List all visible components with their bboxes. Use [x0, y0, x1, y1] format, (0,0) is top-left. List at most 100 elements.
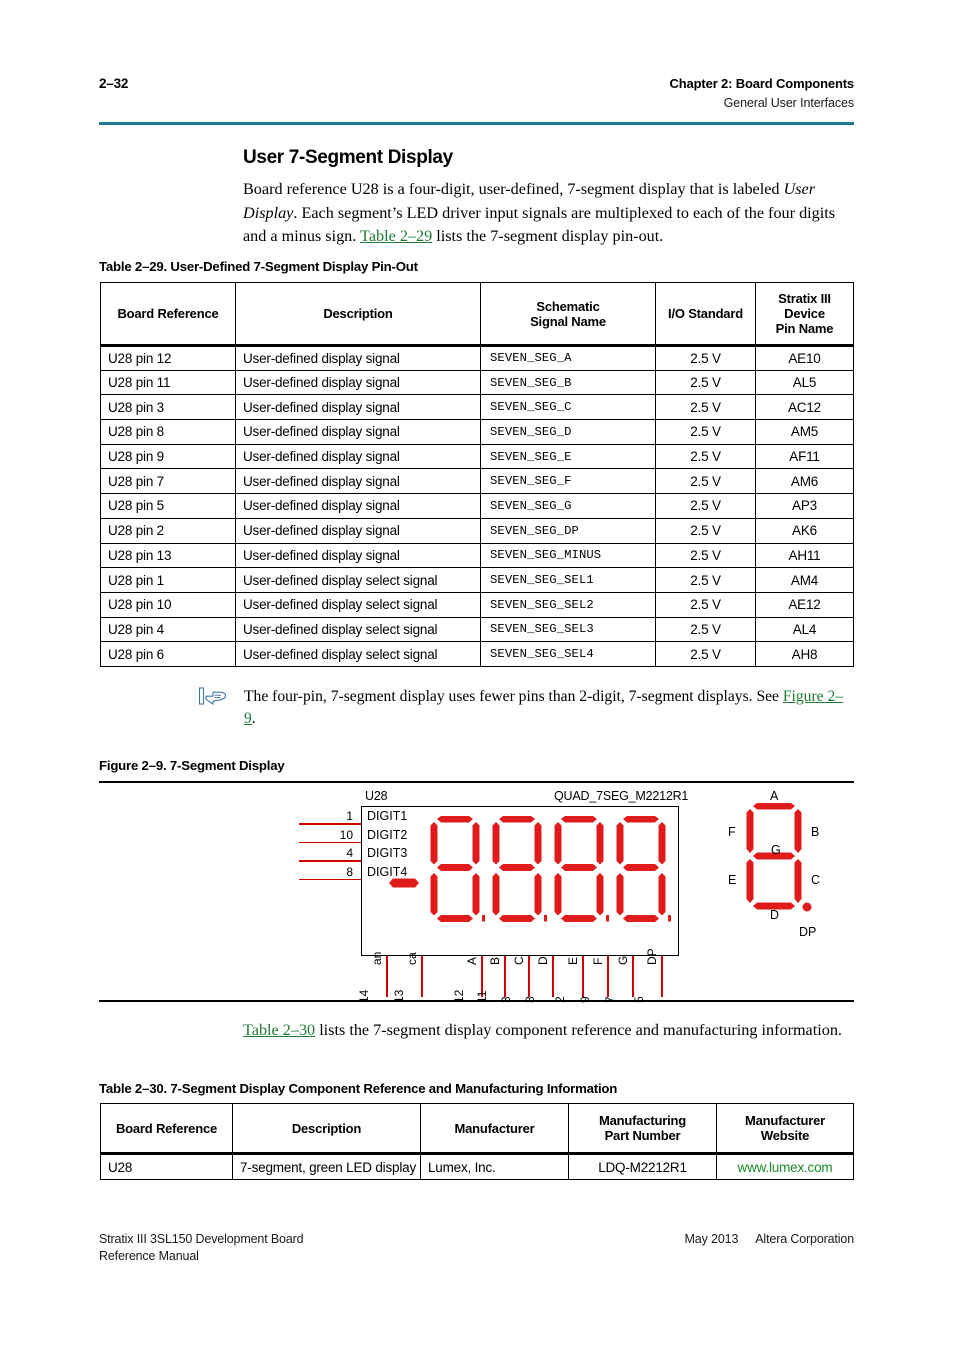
- figure-pin-number: 5: [632, 996, 646, 1003]
- cell-signal-name: SEVEN_SEG_SEL3: [480, 616, 656, 643]
- segment-label-b: B: [811, 825, 820, 839]
- cell-io-standard: 2.5 V: [655, 493, 756, 519]
- cell-device-pin: AP3: [755, 493, 854, 519]
- intro-paragraph: Board reference U28 is a four-digit, use…: [243, 178, 855, 249]
- cell-board-reference: U28 pin 6: [100, 641, 236, 667]
- figure-pin-label: B: [488, 956, 502, 965]
- col-header-part-number: Manufacturing Part Number: [568, 1103, 717, 1155]
- document-page: 2–32 Chapter 2: Board Components General…: [0, 0, 954, 1350]
- col-header-board-reference-2: Board Reference: [100, 1103, 233, 1155]
- figure-pin-label: F: [591, 957, 605, 965]
- cell-description: User-defined display signal: [235, 542, 481, 569]
- cell-device-pin: AE12: [755, 591, 854, 618]
- cell-board-reference: U28 pin 13: [100, 542, 236, 569]
- figure-lead-line: [528, 956, 530, 997]
- col-header-part-line2: Part Number: [604, 1128, 681, 1143]
- table-row: U28 pin 6 User-defined display select sig…: [100, 641, 854, 667]
- cell-device-pin: AC12: [755, 394, 854, 421]
- col-header-description-2: Description: [232, 1103, 421, 1155]
- segment-label-c: C: [811, 873, 821, 887]
- link-table-2-30[interactable]: Table 2–30: [243, 1021, 315, 1039]
- cell-signal-name: SEVEN_SEG_E: [480, 443, 656, 470]
- cell-signal-name: SEVEN_SEG_SEL1: [480, 567, 656, 593]
- table-row: U28 pin 8 User-defined display signal SEVE…: [100, 419, 854, 445]
- cell-device-pin: AM5: [755, 419, 854, 445]
- table-229-header-row: Board Reference Description Schematic Si…: [100, 282, 854, 347]
- cell-board-reference: U28 pin 4: [100, 616, 236, 643]
- cell-io-standard: 2.5 V: [655, 468, 756, 495]
- col-header-device-line3: Pin Name: [775, 321, 834, 336]
- col-header-website-line1: Manufacturer: [745, 1113, 825, 1128]
- table-row: U28 pin 3 User-defined display signal SEVE…: [100, 394, 854, 421]
- link-table-2-29[interactable]: Table 2–29: [360, 227, 432, 245]
- footer-company: Altera Corporation: [755, 1232, 854, 1246]
- note-text-end: .: [251, 710, 256, 727]
- page-footer: Stratix III 3SL150 Development Board Ref…: [99, 1231, 854, 1265]
- figure-pin-number: 7: [603, 996, 617, 1003]
- cell-board-reference: U28 pin 10: [100, 591, 236, 618]
- segment-label-a: A: [770, 789, 779, 803]
- cell-signal-name: SEVEN_SEG_A: [480, 345, 656, 371]
- cell-board-reference: U28 pin 9: [100, 443, 236, 470]
- col-header-schematic-line2: Signal Name: [530, 313, 606, 329]
- col-header-device-line1: Stratix III: [778, 291, 831, 306]
- cell-description: User-defined display signal: [235, 443, 481, 470]
- segment-label-d: D: [770, 908, 780, 922]
- cell-description: User-defined display select signal: [235, 567, 481, 593]
- minus-sign-segment: [389, 878, 419, 888]
- segment-legend-glyph: [746, 803, 812, 912]
- cell-signal-name: SEVEN_SEG_D: [480, 419, 656, 445]
- cell-part-number: LDQ-M2212R1: [568, 1153, 717, 1180]
- figure-pin-label: ca: [405, 952, 419, 965]
- pointing-hand-icon: [198, 686, 244, 730]
- segment-label-dp: DP: [799, 925, 817, 939]
- figure-package-ref: U28: [365, 789, 388, 803]
- table-230-caption: Table 2–30. 7-Segment Display Component …: [99, 1081, 618, 1096]
- figure-part-name: QUAD_7SEG_M2212R1: [554, 789, 689, 803]
- col-header-website-line2: Website: [760, 1128, 810, 1143]
- col-header-manufacturer: Manufacturer: [420, 1103, 569, 1155]
- header-right: Chapter 2: Board Components General User…: [670, 76, 855, 110]
- col-header-schematic-line1: Schematic: [536, 298, 600, 314]
- cell-io-standard: 2.5 V: [655, 616, 756, 643]
- cell-description: User-defined display signal: [235, 369, 481, 396]
- cell-board-reference: U28 pin 7: [100, 468, 236, 495]
- cell-description: User-defined display signal: [235, 419, 481, 445]
- footer-date: May 2013: [684, 1232, 739, 1246]
- seven-segment-digit: [554, 816, 609, 922]
- cell-io-standard: 2.5 V: [655, 394, 756, 421]
- figure-lead-line: [504, 956, 506, 997]
- footer-left: Stratix III 3SL150 Development Board Ref…: [99, 1231, 304, 1265]
- figure-pin-number: 13: [392, 989, 406, 1003]
- mid-paragraph: Table 2–30 lists the 7-segment display c…: [243, 1019, 855, 1043]
- cell-device-pin: AK6: [755, 517, 854, 544]
- table-row: U28 pin 1 User-defined display select sig…: [100, 567, 854, 593]
- cell-board-reference: U28 pin 2: [100, 517, 236, 544]
- cell-device-pin: AM4: [755, 567, 854, 593]
- cell-io-standard: 2.5 V: [655, 591, 756, 618]
- figure-lead-line: [607, 956, 609, 997]
- cell-signal-name: SEVEN_SEG_SEL2: [480, 591, 656, 618]
- table-row: U28 pin 4 User-defined display select sig…: [100, 616, 854, 643]
- figure-lead-line: [552, 956, 554, 997]
- cell-description: User-defined display select signal: [235, 641, 481, 667]
- table-row: U28 pin 7 User-defined display signal SEVE…: [100, 468, 854, 495]
- page-number: 2–32: [99, 76, 129, 91]
- table-row: U28 pin 13 User-defined display signal SEV…: [100, 542, 854, 569]
- cell-io-standard: 2.5 V: [655, 567, 756, 593]
- segment-label-g: G: [771, 843, 781, 857]
- cell-description: User-defined display select signal: [235, 591, 481, 618]
- seven-segment-digit: [430, 816, 485, 922]
- col-header-website: Manufacturer Website: [716, 1103, 854, 1155]
- figure-pin-number: 12: [452, 989, 466, 1003]
- figure-pin-label: an: [370, 951, 384, 965]
- note-block: The four-pin, 7-segment display uses few…: [198, 686, 855, 730]
- table-229-caption: Table 2–29. User-Defined 7-Segment Displ…: [99, 259, 418, 274]
- cell-manufacturer-website[interactable]: www.lumex.com: [716, 1153, 854, 1180]
- cell-device-pin: AL5: [755, 369, 854, 396]
- figure-pin-number: 4: [346, 846, 353, 860]
- figure-pin-label: A: [465, 956, 479, 965]
- figure-pin-label: G: [616, 955, 630, 965]
- col-header-schematic-signal-name: Schematic Signal Name: [480, 282, 656, 347]
- col-header-device-pin-name: Stratix III Device Pin Name: [755, 282, 854, 347]
